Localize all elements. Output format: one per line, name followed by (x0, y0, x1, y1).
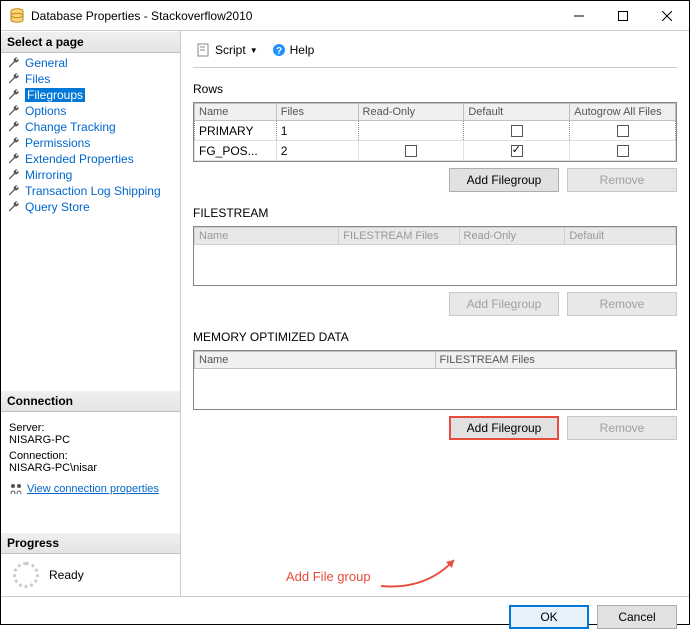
column-header[interactable]: Read-Only (358, 104, 464, 121)
database-icon (9, 8, 25, 24)
filestream-title: FILESTREAM (193, 206, 677, 220)
sidebar-item-change-tracking[interactable]: Change Tracking (1, 119, 180, 135)
column-header: FILESTREAM Files (339, 228, 459, 245)
table-row[interactable]: FG_POS...2 (195, 141, 676, 161)
column-header: Default (565, 228, 676, 245)
help-label: Help (290, 43, 315, 57)
memopt-add-filegroup-button[interactable]: Add Filegroup (449, 416, 559, 440)
sidebar-item-label: Extended Properties (25, 152, 134, 166)
close-button[interactable] (645, 1, 689, 31)
left-panel: Select a page General Files Filegroups Opti… (1, 31, 181, 596)
table-cell[interactable] (570, 121, 676, 141)
checkbox[interactable] (617, 145, 629, 157)
checkbox[interactable] (405, 145, 417, 157)
connection-header: Connection (1, 390, 180, 412)
column-header[interactable]: FILESTREAM Files (435, 352, 676, 369)
script-icon (197, 43, 211, 57)
table-cell[interactable]: 2 (276, 141, 358, 161)
dialog-footer: OK Cancel (1, 596, 689, 636)
rows-title: Rows (193, 82, 677, 96)
filestream-remove-button: Remove (567, 292, 677, 316)
connection-label: Connection: (9, 450, 172, 462)
toolbar: Script ▼ ? Help (193, 39, 677, 68)
table-cell[interactable] (464, 121, 570, 141)
column-header[interactable]: Files (276, 104, 358, 121)
sidebar-item-query-store[interactable]: Query Store (1, 199, 180, 215)
rows-add-filegroup-button[interactable]: Add Filegroup (449, 168, 559, 192)
sidebar-item-label: Options (25, 104, 66, 118)
script-label: Script (215, 43, 246, 57)
memopt-grid[interactable]: NameFILESTREAM Files (193, 350, 677, 410)
column-header[interactable]: Autogrow All Files (570, 104, 676, 121)
maximize-button[interactable] (601, 1, 645, 31)
server-label: Server: (9, 422, 172, 434)
sidebar-item-extended-properties[interactable]: Extended Properties (1, 151, 180, 167)
checkbox[interactable] (511, 145, 523, 157)
sidebar-item-permissions[interactable]: Permissions (1, 135, 180, 151)
progress-status: Ready (49, 568, 84, 582)
table-row[interactable]: PRIMARY1 (195, 121, 676, 141)
checkbox[interactable] (617, 125, 629, 137)
view-connection-properties-link[interactable]: View connection properties (27, 483, 159, 495)
minimize-button[interactable] (557, 1, 601, 31)
sidebar-item-label: Permissions (25, 136, 90, 150)
table-cell[interactable]: 1 (276, 121, 358, 141)
sidebar-item-transaction-log-shipping[interactable]: Transaction Log Shipping (1, 183, 180, 199)
connection-value: NISARG-PC\nisar (9, 462, 172, 474)
filestream-add-filegroup-button: Add Filegroup (449, 292, 559, 316)
column-header: Read-Only (459, 228, 565, 245)
annotation-arrow-icon (376, 548, 466, 592)
column-header[interactable]: Name (195, 352, 436, 369)
progress-header: Progress (1, 532, 180, 554)
content-panel: Script ▼ ? Help Rows NameFilesRead-OnlyD… (181, 31, 689, 596)
select-page-header: Select a page (1, 31, 180, 53)
connection-icon (9, 482, 23, 496)
table-cell[interactable] (358, 141, 464, 161)
table-cell[interactable]: PRIMARY (195, 121, 277, 141)
chevron-down-icon[interactable]: ▼ (250, 46, 258, 55)
window-title: Database Properties - Stackoverflow2010 (31, 9, 557, 23)
help-button[interactable]: ? Help (268, 41, 319, 59)
page-nav: General Files Filegroups Options Change Trac… (1, 53, 180, 217)
sidebar-item-label: Change Tracking (25, 120, 116, 134)
table-cell[interactable] (570, 141, 676, 161)
column-header[interactable]: Name (195, 104, 277, 121)
sidebar-item-files[interactable]: Files (1, 71, 180, 87)
sidebar-item-label: Filegroups (25, 88, 85, 102)
table-cell[interactable] (358, 121, 464, 141)
sidebar-item-filegroups[interactable]: Filegroups (1, 87, 180, 103)
sidebar-item-label: Mirroring (25, 168, 72, 182)
column-header: Name (195, 228, 339, 245)
script-button[interactable]: Script ▼ (193, 41, 262, 59)
filestream-grid[interactable]: NameFILESTREAM FilesRead-OnlyDefault (193, 226, 677, 286)
sidebar-item-label: General (25, 56, 68, 70)
progress-ring-icon (13, 562, 39, 588)
titlebar: Database Properties - Stackoverflow2010 (1, 1, 689, 31)
sidebar-item-options[interactable]: Options (1, 103, 180, 119)
table-cell[interactable] (464, 141, 570, 161)
table-cell[interactable]: FG_POS... (195, 141, 277, 161)
memopt-title: MEMORY OPTIMIZED DATA (193, 330, 677, 344)
memopt-remove-button: Remove (567, 416, 677, 440)
annotation-text: Add File group (286, 569, 371, 584)
sidebar-item-label: Transaction Log Shipping (25, 184, 161, 198)
sidebar-item-label: Query Store (25, 200, 90, 214)
checkbox[interactable] (511, 125, 523, 137)
rows-remove-button: Remove (567, 168, 677, 192)
server-value: NISARG-PC (9, 434, 172, 446)
sidebar-item-label: Files (25, 72, 50, 86)
sidebar-item-general[interactable]: General (1, 55, 180, 71)
rows-grid[interactable]: NameFilesRead-OnlyDefaultAutogrow All Fi… (193, 102, 677, 162)
column-header[interactable]: Default (464, 104, 570, 121)
help-icon: ? (272, 43, 286, 57)
svg-text:?: ? (276, 46, 282, 57)
sidebar-item-mirroring[interactable]: Mirroring (1, 167, 180, 183)
